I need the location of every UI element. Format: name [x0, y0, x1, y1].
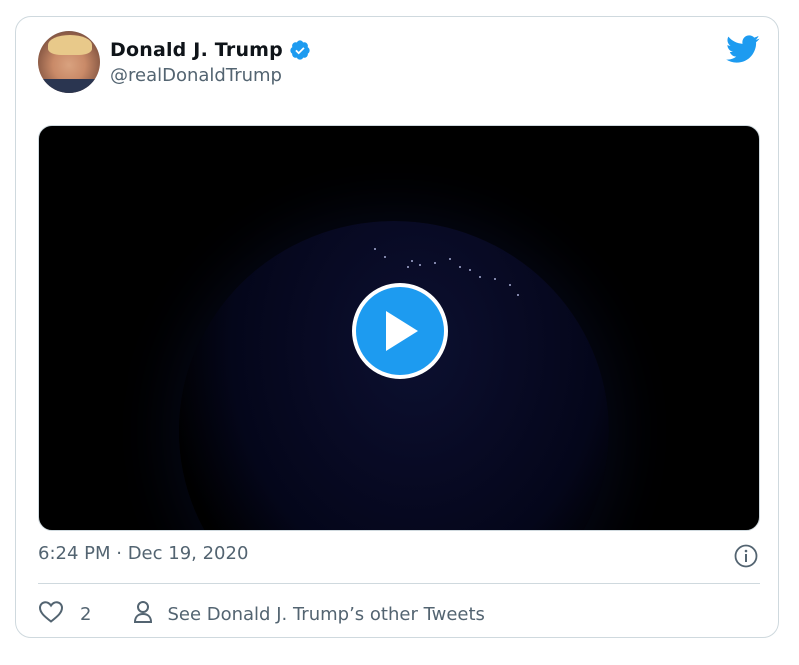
like-count: 2 — [80, 604, 92, 625]
like-button[interactable]: 2 — [38, 600, 91, 629]
verified-badge-icon — [289, 39, 311, 61]
tweet-timestamp[interactable]: 6:24 PM · Dec 19, 2020 — [38, 543, 248, 564]
play-button[interactable] — [352, 283, 448, 379]
city-light — [449, 258, 451, 260]
person-icon — [133, 600, 153, 629]
city-light — [459, 266, 461, 268]
city-light — [494, 278, 496, 280]
heart-icon — [38, 600, 64, 629]
tweet-card[interactable]: Donald J. Trump @realDonaldTrump 6:24 PM… — [15, 16, 779, 638]
city-light — [517, 294, 519, 296]
see-other-tweets-label: See Donald J. Trump’s other Tweets — [167, 604, 485, 625]
info-icon[interactable] — [734, 544, 758, 568]
city-light — [374, 248, 376, 250]
divider — [38, 583, 760, 584]
tweet-actions: 2 See Donald J. Trump’s other Tweets — [38, 600, 485, 629]
city-light — [479, 276, 481, 278]
city-light — [419, 264, 421, 266]
avatar-suit — [38, 79, 100, 93]
author-name[interactable]: Donald J. Trump — [110, 39, 283, 61]
city-light — [384, 256, 386, 258]
city-light — [407, 266, 409, 268]
avatar-hair — [48, 35, 92, 55]
author-row: Donald J. Trump — [110, 39, 311, 61]
author-handle[interactable]: @realDonaldTrump — [110, 65, 282, 86]
city-light — [509, 284, 511, 286]
city-light — [469, 269, 471, 271]
twitter-bird-icon[interactable] — [726, 35, 760, 65]
city-light — [434, 262, 436, 264]
video-player[interactable] — [38, 125, 760, 531]
city-light — [411, 260, 413, 262]
see-other-tweets-link[interactable]: See Donald J. Trump’s other Tweets — [133, 600, 485, 629]
avatar[interactable] — [38, 31, 100, 93]
